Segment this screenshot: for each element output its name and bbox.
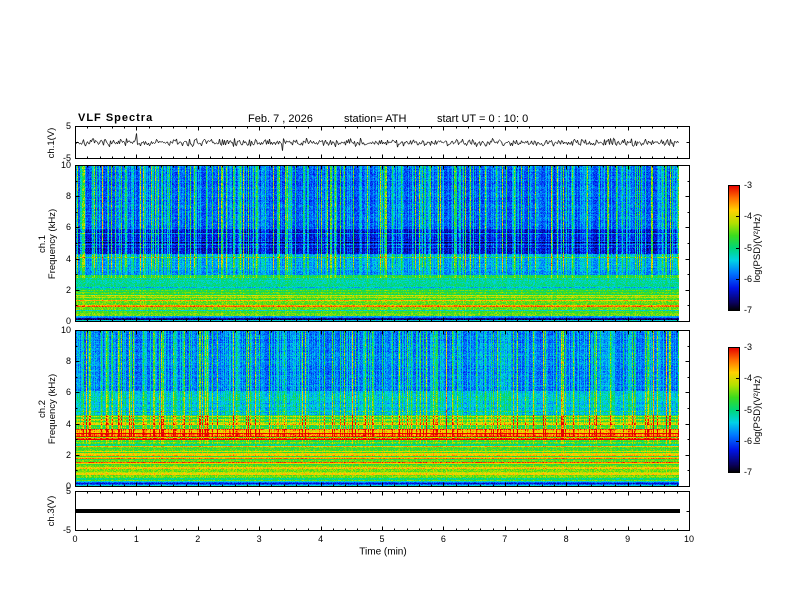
ch2-label-line2: Frequency (kHz) xyxy=(47,373,58,445)
vlf-spectra-figure: VLF Spectra Feb. 7 , 2026 station= ATH s… xyxy=(0,0,792,612)
colorbar2-tick-label: -5 xyxy=(744,404,753,415)
ch1-voltage-axis-label: ch.1(V) xyxy=(46,127,57,159)
ch2-freq-tick-label: 8 xyxy=(65,356,71,367)
colorbar2-tick-label: -4 xyxy=(744,373,753,384)
ch1-freq-tick-label: 8 xyxy=(65,191,71,202)
x-tick-label: 7 xyxy=(502,534,508,544)
ch3-volt-tick-label: 5 xyxy=(65,486,71,496)
ch1-freq-tick-label: 2 xyxy=(65,284,71,295)
ch1-frequency-axis-label: ch.1 Frequency (kHz) xyxy=(37,208,58,280)
figure-title: VLF Spectra xyxy=(78,112,154,124)
colorbar2-tick-label: -7 xyxy=(744,467,753,477)
colorbar1-tick-label: -7 xyxy=(744,305,753,315)
x-tick-label: 6 xyxy=(440,534,446,544)
ch1-freq-tick-label: 6 xyxy=(65,222,71,233)
ch2-freq-tick-label: 10 xyxy=(60,325,71,335)
colorbar1-tick-label: -4 xyxy=(744,211,753,222)
x-tick-label: 0 xyxy=(72,534,78,544)
station-label: station= ATH xyxy=(344,113,407,125)
x-tick-label: 4 xyxy=(318,534,324,544)
x-tick-label: 3 xyxy=(256,534,262,544)
ch1-volt-tick-label: 5 xyxy=(65,121,71,131)
x-tick-label: 10 xyxy=(683,534,695,544)
ch1-waveform-canvas xyxy=(75,126,690,159)
ch1-label-line2: Frequency (kHz) xyxy=(47,208,58,280)
x-tick-label: 2 xyxy=(195,534,201,544)
start-ut-label: start UT = 0 : 10: 0 xyxy=(437,113,529,125)
x-tick-label: 1 xyxy=(133,534,139,544)
ch1-freq-tick-label: 0 xyxy=(65,316,71,326)
ch3-flatline-canvas xyxy=(75,491,690,531)
ch3-voltage-axis-label: ch.3(V) xyxy=(46,495,57,527)
colorbar1-label: log(PSD)(V²/Hz) xyxy=(752,213,763,283)
colorbar2-label: log(PSD)(V²/Hz) xyxy=(752,375,763,445)
ch2-freq-tick-label: 6 xyxy=(65,387,71,398)
time-axis-label: Time (min) xyxy=(359,546,407,558)
colorbar2-tick-label: -6 xyxy=(744,435,753,446)
x-tick-label: 5 xyxy=(379,534,385,544)
colorbar1-tick-label: -3 xyxy=(744,180,753,190)
x-tick-label: 8 xyxy=(563,534,569,544)
colorbar-ch2 xyxy=(728,347,740,473)
colorbar-ch1 xyxy=(728,185,740,311)
x-tick-label: 9 xyxy=(625,534,631,544)
ch2-freq-tick-label: 2 xyxy=(65,449,71,460)
colorbar1-tick-label: -5 xyxy=(744,242,753,253)
ch1-spectrogram-canvas xyxy=(75,165,690,322)
ch1-freq-tick-label: 4 xyxy=(65,253,71,264)
date-label: Feb. 7 , 2026 xyxy=(248,113,313,125)
ch2-frequency-axis-label: ch.2 Frequency (kHz) xyxy=(37,373,58,445)
ch1-volt-tick-label: -5 xyxy=(62,153,71,163)
ch3-volt-tick-label: -5 xyxy=(62,525,71,535)
colorbar2-tick-label: -3 xyxy=(744,342,753,352)
ch2-spectrogram-canvas xyxy=(75,330,690,487)
colorbar1-tick-label: -6 xyxy=(744,273,753,284)
ch2-freq-tick-label: 4 xyxy=(65,418,71,429)
